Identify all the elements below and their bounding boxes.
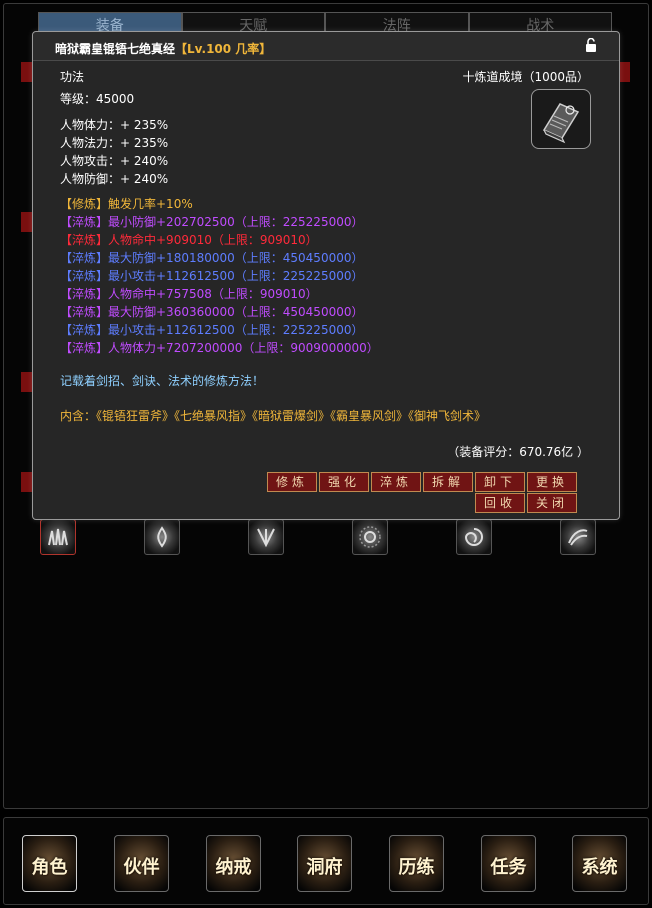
dismantle-button[interactable]: 拆解 [423,472,473,492]
swirl-skill-icon[interactable] [456,519,492,555]
nav-trials-button[interactable]: 历练 [389,835,444,892]
skill-icon-row [40,519,600,555]
refine-attribute-line: 【修炼】触发几率+10% [60,197,193,211]
cultivate-button[interactable]: 修炼 [267,472,317,492]
wing-skill-icon[interactable] [560,519,596,555]
item-detail-popup: 暗狱霸皇锟铻七绝真经【Lv.100 几率】 功法 十炼道成境（1000品） 等级… [32,31,620,520]
base-stat: 人物攻击：+ 240% [60,154,169,168]
nav-label: 系统 [581,857,618,878]
enhance-button[interactable]: 强化 [319,472,369,492]
nav-ring-storage-button[interactable]: 纳戒 [206,835,261,892]
nav-label: 洞府 [306,857,343,878]
nav-quests-button[interactable]: 任务 [481,835,536,892]
refine-attribute-line: 【淬炼】人物命中+909010（上限：909010） [60,233,318,247]
item-contained-skills: 内含：《锟铻狂雷斧》《七绝暴风指》《暗狱雷爆剑》《霸皇暴风剑》《御神飞剑术》 [60,409,487,423]
item-title: 暗狱霸皇锟铻七绝真经【Lv.100 几率】 [55,40,271,57]
nav-label: 纳戒 [215,857,252,878]
nav-label: 伙伴 [123,857,160,878]
item-description: 记载着剑招、剑诀、法术的修炼方法！ [60,374,265,388]
bottom-navigation: 角色 伙伴 纳戒 洞府 历练 任务 系统 [3,817,649,905]
manual-book-icon [531,89,591,149]
refine-attribute-line: 【淬炼】人物体力+7207200000（上限：9009000000） [60,341,379,355]
flame-skill-icon[interactable] [144,519,180,555]
refine-attribute-line: 【淬炼】最小攻击+112612500（上限：225225000） [60,269,364,283]
refine-attribute-line: 【淬炼】最小防御+202702500（上限：225225000） [60,215,364,229]
nav-cave-dwelling-button[interactable]: 洞府 [297,835,352,892]
item-realm: 十炼道成境（1000品） [462,70,589,84]
nav-character-button[interactable]: 角色 [22,835,77,892]
recycle-button[interactable]: 回收 [475,493,525,513]
equipment-score: （装备评分：670.76亿 ） [447,445,589,459]
item-grade: 等级：45000 [60,92,135,106]
nav-label: 任务 [490,857,527,878]
close-button[interactable]: 关闭 [527,493,577,513]
refine-attribute-line: 【淬炼】最小攻击+112612500（上限：225225000） [60,323,364,337]
base-stat: 人物防御：+ 240% [60,172,169,186]
temper-button[interactable]: 淬炼 [371,472,421,492]
base-stat: 人物法力：+ 235% [60,136,169,150]
replace-button[interactable]: 更换 [527,472,577,492]
claw-skill-icon[interactable] [40,519,76,555]
refine-attribute-line: 【淬炼】人物命中+757508（上限：909010） [60,287,318,301]
base-stat: 人物体力：+ 235% [60,118,169,132]
unequip-button[interactable]: 卸下 [475,472,525,492]
popup-header: 暗狱霸皇锟铻七绝真经【Lv.100 几率】 [33,32,619,61]
unlock-icon[interactable] [585,38,597,52]
nav-label: 历练 [398,857,435,878]
nav-label: 角色 [31,857,68,878]
arrow-skill-icon[interactable] [248,519,284,555]
item-name: 暗狱霸皇锟铻七绝真经 [55,42,176,56]
sun-skill-icon[interactable] [352,519,388,555]
nav-partner-button[interactable]: 伙伴 [114,835,169,892]
refine-attribute-line: 【淬炼】最大防御+180180000（上限：450450000） [60,251,364,265]
refine-attribute-line: 【淬炼】最大防御+360360000（上限：450450000） [60,305,364,319]
item-level-tag: 【Lv.100 几率】 [175,42,272,56]
item-type: 功法 [60,70,85,84]
nav-system-button[interactable]: 系统 [572,835,627,892]
